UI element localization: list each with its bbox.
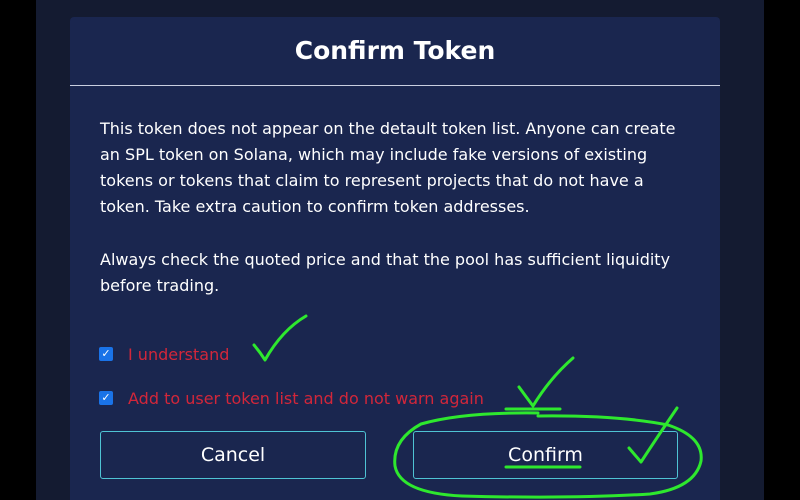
warning-paragraph: This token does not appear on the detaul… (100, 119, 676, 216)
understand-checkbox[interactable]: ✓ (99, 347, 113, 361)
title-divider (70, 85, 720, 86)
understand-label[interactable]: I understand (128, 345, 229, 364)
cancel-button[interactable]: Cancel (100, 431, 366, 479)
add-to-list-checkbox[interactable]: ✓ (99, 391, 113, 405)
confirm-token-modal: Confirm Token This token does not appear… (70, 17, 720, 500)
add-to-list-checkbox-row[interactable]: ✓ Add to user token list and do not warn… (99, 388, 484, 408)
add-to-list-label[interactable]: Add to user token list and do not warn a… (128, 389, 484, 408)
understand-checkbox-row[interactable]: ✓ I understand (99, 344, 229, 364)
price-check-paragraph: Always check the quoted price and that t… (100, 250, 671, 295)
confirm-button[interactable]: Confirm (413, 431, 678, 479)
modal-title: Confirm Token (294, 36, 496, 65)
